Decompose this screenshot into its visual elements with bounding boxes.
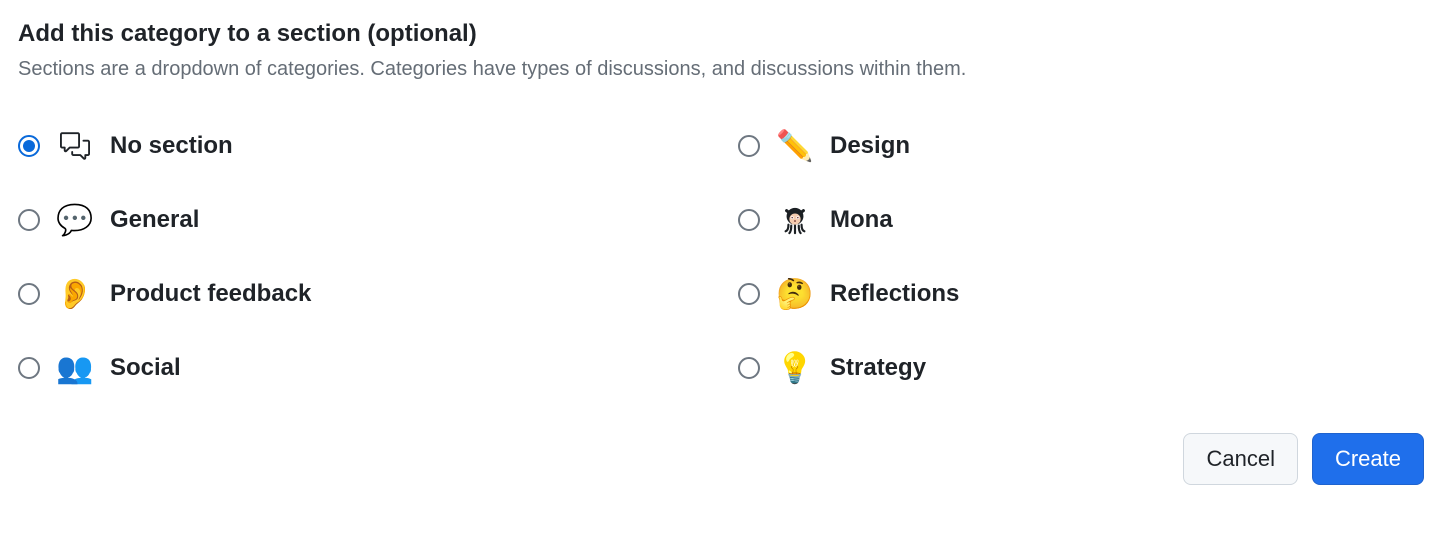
option-no-section[interactable]: No section — [18, 129, 698, 163]
option-strategy[interactable]: 💡 Strategy — [738, 351, 1418, 385]
radio-input[interactable] — [738, 283, 760, 305]
people-icon: 👥 — [58, 351, 92, 385]
radio-input[interactable] — [18, 209, 40, 231]
radio-input[interactable] — [738, 209, 760, 231]
comment-discussion-icon — [58, 129, 92, 163]
radio-input[interactable] — [738, 135, 760, 157]
option-general[interactable]: 💬 General — [18, 203, 698, 237]
section-options-grid: No section 💬 General 👂 Product feedback … — [18, 129, 1418, 385]
option-mona[interactable]: Mona — [738, 203, 1418, 237]
lightbulb-icon: 💡 — [778, 351, 812, 385]
create-button[interactable]: Create — [1312, 433, 1424, 485]
octocat-icon — [778, 203, 812, 237]
option-label: Product feedback — [110, 280, 311, 308]
pencil-icon: ✏️ — [778, 129, 812, 163]
speech-bubble-icon: 💬 — [58, 203, 92, 237]
option-label: Strategy — [830, 354, 926, 382]
radio-input[interactable] — [738, 357, 760, 379]
dialog-footer: Cancel Create — [18, 433, 1424, 485]
option-label: Social — [110, 354, 181, 382]
thinking-face-icon: 🤔 — [778, 277, 812, 311]
option-label: Mona — [830, 206, 893, 234]
section-description: Sections are a dropdown of categories. C… — [18, 58, 1424, 81]
radio-input[interactable] — [18, 135, 40, 157]
option-label: No section — [110, 132, 233, 160]
section-heading: Add this category to a section (optional… — [18, 20, 1424, 48]
ear-icon: 👂 — [58, 277, 92, 311]
option-product-feedback[interactable]: 👂 Product feedback — [18, 277, 698, 311]
option-social[interactable]: 👥 Social — [18, 351, 698, 385]
radio-input[interactable] — [18, 357, 40, 379]
cancel-button[interactable]: Cancel — [1183, 433, 1297, 485]
option-label: Design — [830, 132, 910, 160]
option-label: Reflections — [830, 280, 959, 308]
option-design[interactable]: ✏️ Design — [738, 129, 1418, 163]
option-reflections[interactable]: 🤔 Reflections — [738, 277, 1418, 311]
radio-input[interactable] — [18, 283, 40, 305]
option-label: General — [110, 206, 199, 234]
